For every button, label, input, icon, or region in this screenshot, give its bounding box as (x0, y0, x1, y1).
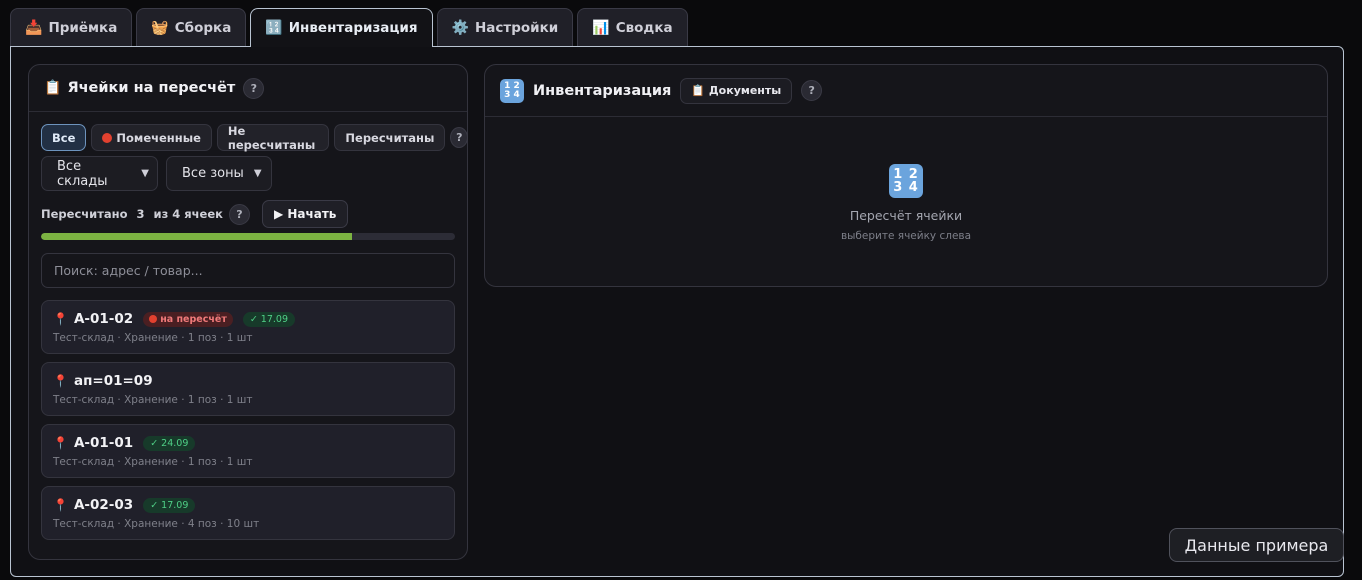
filter-counted[interactable]: Пересчитаны (334, 124, 446, 151)
zone-select[interactable]: Все зоны ▼ (166, 156, 272, 191)
filter-label: Помеченные (116, 130, 201, 145)
select-value: Все зоны (182, 166, 244, 181)
chevron-down-icon: ▼ (253, 168, 262, 179)
pin-icon: 📍 (53, 436, 68, 450)
pin-icon: 📍 (53, 312, 68, 326)
progress-prefix: Пересчитано (41, 207, 128, 221)
red-circle-icon (149, 315, 158, 323)
empty-hint: выберите ячейку слева (840, 230, 972, 242)
cell-address: A-02-03 (73, 497, 134, 513)
tab-label: Настройки (475, 19, 559, 36)
tab-content: 📋 Ячейки на пересчёт ? Все Помеченные Не… (10, 46, 1344, 577)
tab-label: Приёмка (48, 19, 118, 36)
cells-panel-title: Ячейки на пересчёт (67, 80, 236, 96)
list-item[interactable]: 📍 ап=01=09 Тест-склад · Хранение · 1 поз … (41, 362, 455, 416)
inbox-tray-icon: 📥 (25, 19, 43, 36)
empty-state: 1 23 4 Пересчёт ячейки выберите ячейку с… (485, 164, 1327, 242)
pin-icon: 📍 (53, 498, 68, 512)
filter-all[interactable]: Все (41, 124, 87, 151)
sample-data-button[interactable]: Данные примера (1169, 528, 1344, 562)
help-button[interactable]: ? (450, 127, 469, 148)
list-item[interactable]: 📍 A-01-01 ✓ 24.09 Тест-склад · Хранение ·… (41, 424, 455, 478)
tab-settings[interactable]: ⚙️ Настройки (436, 8, 574, 46)
counted-badge: ✓ 17.09 (143, 497, 196, 513)
basket-icon: 🧺 (151, 19, 169, 36)
cell-meta: Тест-склад · Хранение · 1 поз · 1 шт (53, 456, 253, 468)
tab-bar: 📥 Приёмка 🧺 Сборка 🔢 Инвентаризация ⚙️ Настр… (10, 8, 688, 47)
inventory-panel-title: Инвентаризация (533, 82, 672, 99)
clipboard-icon: 📋 (44, 80, 62, 96)
documents-button[interactable]: 📋 Документы (680, 77, 793, 104)
cells-panel-header: 📋 Ячейки на пересчёт ? (29, 65, 467, 112)
numbers-icon: 1 23 4 (889, 164, 923, 198)
numbers-icon: 1 23 4 (500, 78, 524, 103)
tab-label: Сводка (615, 19, 673, 36)
inventory-panel-header: 1 23 4 Инвентаризация 📋 Документы ? (485, 65, 1327, 117)
search-input[interactable] (41, 253, 455, 288)
progress-row: Пересчитано 3 из 4 ячеек ? ▶ Начать (41, 200, 349, 228)
tab-label: Инвентаризация (288, 20, 418, 36)
warehouse-select[interactable]: Все склады ▼ (41, 156, 158, 191)
empty-title: Пересчёт ячейки (849, 208, 963, 223)
chevron-down-icon: ▼ (141, 168, 149, 179)
numbers-icon: 🔢 (265, 20, 283, 36)
cell-address: A-01-01 (73, 435, 134, 451)
tab-receiving[interactable]: 📥 Приёмка (10, 8, 133, 46)
filter-not-counted[interactable]: Не пересчитаны (216, 124, 330, 152)
cell-list: 📍 A-01-02 на пересчёт ✓ 17.09 Тест-склад … (41, 300, 455, 540)
recount-badge: на пересчёт (143, 311, 233, 327)
counted-badge: ✓ 24.09 (143, 435, 196, 451)
filter-marked[interactable]: Помеченные (91, 124, 212, 151)
inventory-panel: 1 23 4 Инвентаризация 📋 Документы ? 1 23… (484, 64, 1328, 287)
tab-label: Сборка (174, 19, 232, 36)
tab-summary[interactable]: 📊 Сводка (577, 8, 688, 46)
progress-bar (41, 233, 455, 240)
start-button[interactable]: ▶ Начать (261, 200, 349, 228)
help-button[interactable]: ? (243, 77, 265, 99)
pin-icon: 📍 (53, 374, 68, 388)
help-button[interactable]: ? (228, 203, 250, 225)
cell-meta: Тест-склад · Хранение · 1 поз · 1 шт (53, 394, 253, 406)
select-value: Все склады (57, 158, 108, 189)
gear-icon: ⚙️ (451, 19, 469, 36)
cell-meta: Тест-склад · Хранение · 4 поз · 10 шт (53, 518, 260, 530)
progress-suffix: из 4 ячеек (153, 207, 223, 221)
badge-label: на пересчёт (160, 313, 227, 325)
progress-fill (41, 233, 352, 240)
cells-panel: 📋 Ячейки на пересчёт ? Все Помеченные Не… (28, 64, 469, 560)
tab-inventory[interactable]: 🔢 Инвентаризация (250, 8, 433, 47)
select-group: Все склады ▼ Все зоны ▼ (41, 156, 272, 191)
progress-count: 3 (136, 207, 145, 221)
bar-chart-icon: 📊 (592, 19, 610, 36)
help-button[interactable]: ? (801, 80, 823, 101)
cell-meta: Тест-склад · Хранение · 1 поз · 1 шт (53, 332, 253, 344)
list-item[interactable]: 📍 A-01-02 на пересчёт ✓ 17.09 Тест-склад … (41, 300, 455, 354)
list-item[interactable]: 📍 A-02-03 ✓ 17.09 Тест-склад · Хранение ·… (41, 486, 455, 540)
tab-picking[interactable]: 🧺 Сборка (136, 8, 247, 46)
counted-badge: ✓ 17.09 (242, 311, 296, 327)
cell-address: ап=01=09 (73, 373, 153, 389)
cell-address: A-01-02 (73, 311, 134, 327)
filter-group: Все Помеченные Не пересчитаны Пересчитан… (41, 124, 469, 152)
red-circle-icon (102, 132, 113, 143)
